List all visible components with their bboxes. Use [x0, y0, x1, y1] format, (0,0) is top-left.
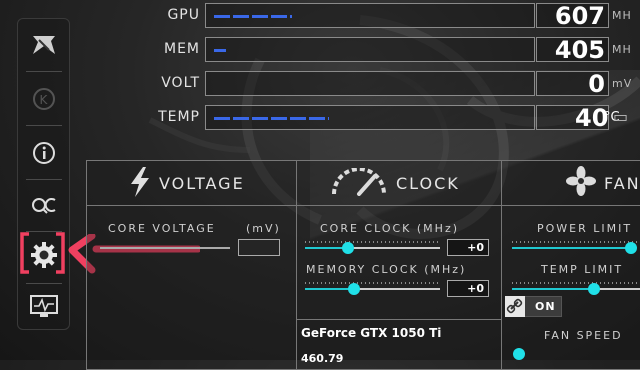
core-voltage-unit: (mV) — [246, 222, 281, 235]
svg-text:K: K — [40, 93, 49, 107]
memory-clock-ticks — [305, 282, 440, 284]
sidebar-divider — [26, 125, 62, 126]
gpu-label: GPU — [167, 7, 200, 23]
memory-clock-slider-knob[interactable] — [348, 283, 360, 295]
mem-clock-row: MEM 405 MH — [0, 35, 640, 64]
mem-clock-fill — [214, 49, 226, 52]
logo-icon[interactable] — [28, 29, 60, 61]
driver-version: 460.79 — [301, 352, 344, 365]
volt-label: VOLT — [161, 75, 200, 91]
sidebar-divider — [26, 283, 62, 284]
gpu-clock-fill — [214, 15, 292, 18]
temp-bar — [205, 105, 535, 130]
power-limit-ticks — [512, 241, 640, 243]
core-clock-slider-knob[interactable] — [342, 242, 354, 254]
panel-header-divider — [86, 205, 640, 206]
sidebar-divider — [26, 71, 62, 72]
clock-gauge-icon — [332, 168, 386, 196]
mem-clock-bar — [205, 37, 535, 62]
temp-label: TEMP — [158, 109, 200, 125]
clock-title: CLOCK — [396, 174, 460, 193]
temp-limit-slider-knob[interactable] — [588, 283, 600, 295]
core-clock-slider-fill — [305, 247, 347, 249]
temp-limit-ticks — [512, 282, 640, 284]
oc-scanner-icon[interactable] — [28, 189, 60, 221]
gpu-clock-row: GPU 607 MH — [0, 1, 640, 30]
sidebar: K — [17, 18, 70, 330]
voltage-title: VOLTAGE — [159, 174, 245, 193]
link-icon — [505, 296, 525, 317]
voltage-row: VOLT 0 mV — [0, 69, 640, 98]
voltage-value: 0 — [588, 70, 605, 98]
gpu-clock-bar — [205, 3, 535, 28]
core-voltage-label: CORE VOLTAGE — [108, 222, 216, 235]
core-clock-ticks — [305, 241, 440, 243]
temp-row: TEMP 40 °C ▭ — [0, 103, 640, 132]
memory-clock-slider-fill — [305, 288, 353, 290]
mem-clock-value-box: 405 — [536, 36, 609, 64]
voltage-icon — [131, 167, 149, 197]
panel-divider — [501, 160, 502, 370]
mem-clock-unit: MH — [612, 43, 632, 56]
panel-divider — [296, 160, 297, 370]
core-voltage-slider[interactable] — [100, 247, 230, 249]
voltage-bar — [205, 71, 535, 96]
gpu-clock-value-box: 607 — [536, 2, 609, 30]
gpu-info-divider — [296, 319, 501, 320]
temp-unit-tail: ▭ — [613, 107, 630, 126]
fan-title: FAN — [604, 174, 640, 193]
gpu-name: GeForce GTX 1050 Ti — [301, 326, 442, 340]
core-clock-input[interactable]: +0 — [447, 239, 489, 256]
power-limit-slider-fill — [512, 247, 630, 249]
monitor-icon[interactable] — [28, 291, 60, 323]
mem-label: MEM — [163, 41, 200, 57]
fan-speed-label: FAN SPEED — [544, 329, 623, 342]
power-limit-label: POWER LIMIT — [537, 222, 633, 235]
memory-clock-label: MEMORY CLOCK (MHz) — [306, 263, 467, 276]
memory-clock-input[interactable]: +0 — [447, 280, 489, 297]
temp-limit-label: TEMP LIMIT — [541, 263, 624, 276]
temp-fill — [214, 117, 329, 120]
voltage-value-box: 0 — [536, 70, 609, 98]
gpu-clock-value: 607 — [554, 2, 605, 30]
fan-icon — [566, 166, 596, 196]
temp-value-box: 40 °C — [536, 104, 620, 132]
mem-clock-value: 405 — [554, 36, 605, 64]
core-clock-label: CORE CLOCK (MHz) — [320, 222, 460, 235]
selection-bracket — [20, 232, 65, 274]
k-icon[interactable]: K — [28, 83, 60, 115]
link-toggle-button[interactable]: ON — [505, 296, 562, 317]
gpu-clock-unit: MH — [612, 9, 632, 22]
fan-speed-slider-knob[interactable] — [513, 348, 525, 360]
sidebar-divider — [26, 179, 62, 180]
link-toggle-label: ON — [535, 300, 556, 313]
info-icon[interactable] — [28, 137, 60, 169]
temp-limit-slider-fill — [512, 288, 592, 290]
core-voltage-input[interactable] — [238, 239, 280, 256]
voltage-unit: mV — [612, 77, 633, 90]
power-limit-slider-knob[interactable] — [625, 242, 637, 254]
